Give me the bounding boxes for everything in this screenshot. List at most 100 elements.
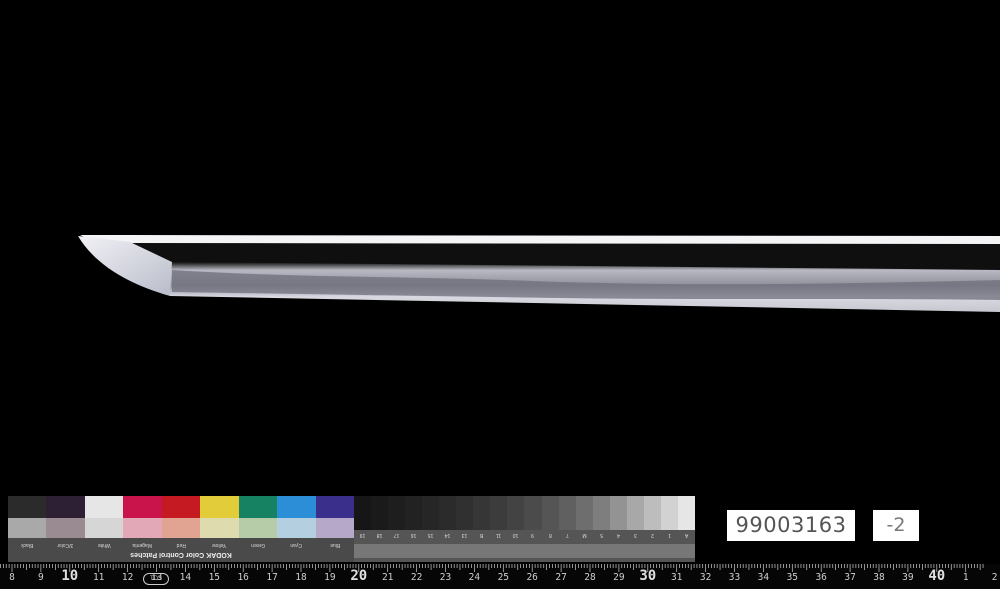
color-patch-top	[123, 496, 162, 518]
ruler-number: 14	[179, 572, 192, 583]
gray-step-label: 19	[359, 532, 366, 538]
ruler-number: 11	[92, 572, 105, 583]
kodak-color-card: Black 3/Color White Magenta Red Yellow Green Cy…	[8, 496, 354, 562]
color-patch-bottom	[46, 518, 85, 538]
ruler-number: 40	[928, 568, 946, 584]
color-patch-top	[315, 496, 354, 518]
gray-step-label: 17	[393, 532, 400, 538]
ruler-number: 27	[555, 572, 567, 583]
ruler-number: 33	[728, 572, 741, 583]
gray-step-label: 3	[633, 532, 637, 538]
gray-step	[541, 496, 559, 530]
color-patch-bottom	[161, 518, 201, 538]
ruler-number: 12	[121, 572, 134, 583]
kodak-top-patches	[8, 496, 354, 518]
gray-step-label: A	[684, 532, 689, 538]
gray-step	[643, 496, 661, 530]
ruler-number: 2	[991, 572, 998, 583]
ruler-ticks	[0, 564, 984, 572]
gray-scale-steps	[354, 496, 695, 530]
color-patch-top	[238, 496, 278, 518]
ruler-number: 36	[815, 572, 827, 583]
ruler-number: 34	[757, 572, 770, 583]
color-patch-bottom	[123, 518, 162, 538]
patch-name: Red	[176, 542, 186, 548]
gray-step	[660, 496, 678, 530]
ruler-number: 15	[208, 572, 221, 583]
gray-step-label: 16	[410, 532, 417, 538]
gray-step-label: 15	[427, 532, 434, 538]
gray-step	[405, 496, 423, 530]
color-patch-top	[277, 496, 316, 518]
ruler-number: 29	[613, 572, 625, 583]
ruler-number: 22	[410, 572, 423, 583]
gray-step	[473, 496, 491, 530]
color-patch-top	[84, 496, 124, 518]
blade-back-highlight	[80, 235, 1000, 244]
object-sub-id-label: -2	[873, 510, 919, 541]
gray-step-label: 18	[376, 532, 383, 538]
ruler-number: 21	[381, 572, 394, 583]
gray-step	[456, 496, 474, 530]
kodak-bottom-patches	[8, 518, 354, 538]
gray-scale-labels: 19 18 17 16 15 14 13 B 11 10 9 8 7 M 5 4 3 2 1 A	[354, 530, 695, 540]
gray-step-label: 13	[462, 532, 468, 538]
color-patch-bottom	[238, 518, 278, 538]
color-patch-top	[200, 496, 239, 518]
patch-name: Yellow	[212, 542, 227, 548]
gray-step-label: 2	[650, 532, 654, 538]
gray-step	[626, 496, 644, 530]
patch-name: Green	[250, 542, 265, 548]
patch-name: Black	[21, 542, 34, 548]
gray-scale-card: 19 18 17 16 15 14 13 B 11 10 9 8 7 M 5 4 3 2 1 A	[354, 496, 695, 562]
ruler-number: 20	[350, 568, 368, 584]
gray-step-label: B	[480, 532, 484, 538]
ruler-number: 10	[61, 568, 79, 584]
color-patch-top	[161, 496, 201, 518]
ruler-number: 28	[584, 572, 596, 583]
ruler-number: 24	[468, 572, 481, 583]
gray-step-label: 5	[599, 532, 603, 538]
gray-step	[524, 496, 542, 530]
patch-name: Magenta	[132, 542, 153, 548]
ruler-number: 13	[150, 572, 163, 583]
gray-step-label: M	[582, 532, 587, 538]
patch-name: White	[97, 542, 111, 548]
ruler-number: 32	[699, 572, 712, 583]
ruler-number: 18	[295, 572, 307, 583]
ruler-number: 17	[266, 572, 278, 583]
gray-scale-title-strip	[354, 544, 695, 558]
ruler-number: 23	[439, 572, 452, 583]
ruler-number: 9	[38, 572, 44, 583]
ruler-number: 19	[324, 572, 336, 583]
gray-step-label: 10	[513, 532, 519, 538]
gray-step-label: 7	[565, 532, 569, 538]
gray-step-label: 14	[444, 532, 451, 538]
measurement-ruler: TDS 8 9 10 11 12 13 14 15 16 17 18 19 20 21 22 23 24 25 26…	[0, 564, 1000, 589]
gray-step	[490, 496, 508, 530]
gray-step-label: 4	[616, 532, 620, 538]
patch-name: Blue	[329, 542, 340, 548]
ruler-number: 38	[873, 572, 885, 583]
color-patch-top	[46, 496, 85, 518]
ruler-number: 25	[497, 572, 510, 583]
object-id-label: 99003163	[727, 510, 855, 541]
kodak-patch-names: Black 3/Color White Magenta Red Yellow Green Cy…	[8, 540, 354, 548]
patch-name: Cyan	[290, 542, 303, 548]
ruler-number: 35	[786, 572, 799, 583]
color-patch-bottom	[8, 518, 47, 538]
gray-step	[507, 496, 525, 530]
ruler-number: 30	[639, 568, 657, 584]
gray-step	[575, 496, 593, 530]
ruler-number: 26	[526, 572, 538, 583]
color-patch-bottom	[315, 518, 354, 538]
kodak-card-title: KODAK Color Control Patches	[130, 551, 232, 558]
gray-step	[609, 496, 627, 530]
gray-step-label: 11	[496, 532, 502, 538]
color-patch-bottom	[200, 518, 239, 538]
gray-step	[422, 496, 440, 530]
gray-step-label: 1	[667, 532, 671, 538]
patch-name: 3/Color	[57, 542, 74, 548]
ruler-number: 16	[237, 572, 249, 583]
ruler-number: 39	[902, 572, 914, 583]
